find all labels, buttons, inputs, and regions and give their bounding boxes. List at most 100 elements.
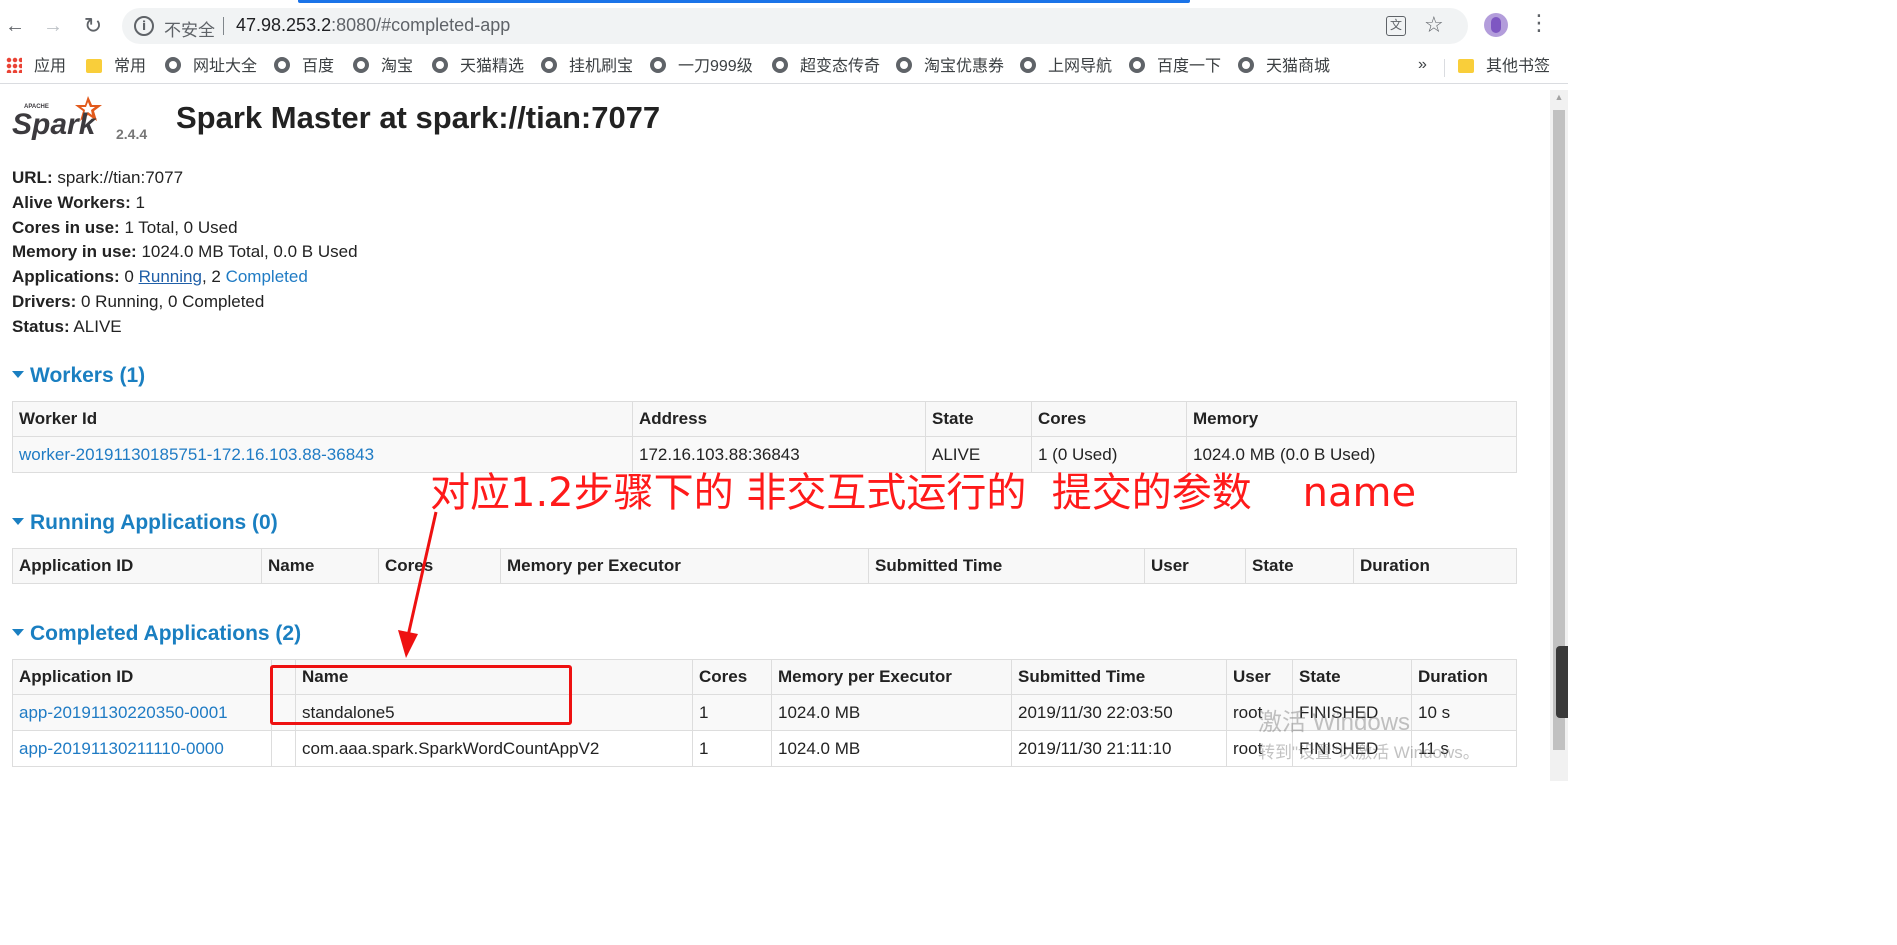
table-cell: 1 [692, 694, 772, 731]
globe-icon [896, 57, 912, 73]
bookmark-item[interactable]: 淘宝优惠券 [896, 56, 1004, 78]
summary-status: Status: ALIVE [12, 315, 358, 340]
url-host: 47.98.253.2 [236, 15, 332, 35]
activation-watermark-subtitle: 转到"设置"以激活 Windows。 [1258, 743, 1480, 762]
bookmarks-divider [1444, 59, 1445, 77]
column-header[interactable]: Worker Id [12, 401, 633, 437]
collapse-caret-icon [12, 371, 24, 378]
side-widget[interactable] [1556, 646, 1568, 718]
url-value: spark://tian:7077 [57, 168, 184, 187]
bookmark-item[interactable]: 一刀999级 [650, 56, 753, 78]
table-header-row: Application ID Name Cores Memory per Exe… [12, 548, 1517, 584]
column-header[interactable]: User [1226, 659, 1293, 695]
column-header[interactable]: Duration [1353, 548, 1517, 584]
column-header[interactable]: State [1292, 659, 1412, 695]
bookmark-item[interactable]: 天猫商城 [1238, 56, 1330, 78]
url-label: URL: [12, 168, 53, 187]
column-header[interactable]: Name [261, 548, 379, 584]
memory-label: Memory in use: [12, 242, 137, 262]
column-header[interactable]: Cores [1031, 401, 1187, 437]
summary-drivers: Drivers: 0 Running, 0 Completed [12, 290, 358, 315]
column-header[interactable]: Cores [692, 659, 772, 695]
table-cell: 2019/11/30 21:11:10 [1011, 730, 1227, 767]
summary-alive-workers: Alive Workers: 1 [12, 191, 358, 216]
application-id-link[interactable]: app-20191130220350-0001 [19, 703, 228, 722]
application-id-link[interactable]: app-20191130211110-0000 [19, 739, 224, 758]
bookmarks-overflow-button[interactable]: » [1418, 56, 1427, 74]
bookmark-label: 淘宝优惠券 [924, 58, 1005, 75]
master-summary: URL: spark://tian:7077 Alive Workers: 1 … [12, 166, 358, 340]
translate-icon[interactable]: 文 [1386, 16, 1406, 36]
bookmark-label: 网址大全 [193, 58, 258, 75]
table-cell: 2019/11/30 22:03:50 [1011, 694, 1227, 731]
running-apps-section-toggle[interactable]: Running Applications (0) [12, 511, 278, 535]
status-label: Status: [12, 316, 70, 336]
bookmark-label: 超变态传奇 [800, 58, 881, 75]
column-header[interactable]: Duration [1411, 659, 1517, 695]
bookmark-apps[interactable]: 应用 [6, 56, 66, 78]
back-button[interactable]: ← [2, 13, 28, 39]
column-header[interactable]: State [925, 401, 1032, 437]
insecure-label: 不安全 [164, 21, 215, 40]
bookmark-label: 百度一下 [1157, 58, 1222, 75]
star-icon[interactable]: ☆ [1424, 12, 1444, 38]
table-cell: 10 s [1411, 694, 1517, 731]
running-apps-link[interactable]: Running [139, 267, 202, 286]
bookmark-item[interactable]: 淘宝 [353, 56, 413, 78]
memory-value: 1024.0 MB Total, 0.0 B Used [141, 242, 358, 262]
address-bar[interactable]: i 不安全 47.98.253.2:8080/#completed-app 文 … [122, 8, 1468, 44]
reload-button[interactable]: ↻ [80, 13, 106, 39]
spark-version: 2.4.4 [116, 126, 148, 142]
column-header[interactable]: Memory per Executor [500, 548, 869, 584]
bookmark-other-folder[interactable]: 其他书签 [1458, 56, 1550, 78]
bookmark-label: 天猫精选 [460, 58, 525, 75]
status-value: ALIVE [73, 316, 122, 336]
globe-icon [432, 57, 448, 73]
column-header[interactable]: Memory per Executor [771, 659, 1012, 695]
column-header[interactable]: State [1245, 548, 1354, 584]
cores-label: Cores in use: [12, 217, 120, 237]
menu-icon[interactable]: ⋮ [1528, 10, 1550, 36]
table-cell: 1024.0 MB [771, 694, 1012, 731]
column-header[interactable]: Application ID [12, 548, 262, 584]
globe-icon [1129, 57, 1145, 73]
globe-icon [650, 57, 666, 73]
bookmark-item[interactable]: 百度一下 [1129, 56, 1221, 78]
bookmark-item[interactable]: 挂机刷宝 [541, 56, 633, 78]
profile-avatar[interactable] [1484, 13, 1508, 37]
bookmarks-bar: 应用 常用 网址大全 百度 淘宝 天猫精选 挂机刷宝 一刀999级 超变态传奇 … [0, 50, 1568, 84]
bookmark-item[interactable]: 百度 [274, 56, 334, 78]
folder-icon [1458, 59, 1474, 73]
browser-toolbar: ← → ↻ i 不安全 47.98.253.2:8080/#completed-… [0, 0, 1568, 50]
worker-id-link[interactable]: worker-20191130185751-172.16.103.88-3684… [19, 445, 374, 464]
url-text[interactable]: 47.98.253.2:8080/#completed-app [236, 15, 510, 36]
apps-icon [6, 57, 22, 73]
bookmark-label: 上网导航 [1048, 58, 1113, 75]
applications-label: Applications: [12, 267, 120, 287]
collapse-caret-icon [12, 518, 24, 525]
bookmark-item[interactable]: 上网导航 [1020, 56, 1112, 78]
column-header[interactable]: Submitted Time [1011, 659, 1227, 695]
info-icon[interactable]: i [134, 16, 154, 36]
scroll-up-arrow-icon[interactable]: ▲ [1550, 92, 1568, 106]
workers-section-toggle[interactable]: Workers (1) [12, 364, 145, 388]
completed-apps-link[interactable]: Completed [226, 267, 308, 286]
column-header[interactable]: Application ID [12, 659, 272, 695]
completed-apps-section-toggle[interactable]: Completed Applications (2) [12, 622, 301, 646]
column-header[interactable]: Memory [1186, 401, 1517, 437]
column-header[interactable]: Address [632, 401, 926, 437]
bookmark-item[interactable]: 天猫精选 [432, 56, 524, 78]
bookmark-item[interactable]: 超变态传奇 [772, 56, 880, 78]
completed-apps-title: Completed Applications (2) [30, 622, 302, 645]
folder-icon [86, 59, 102, 73]
column-header[interactable]: Submitted Time [868, 548, 1145, 584]
bookmark-label: 应用 [34, 58, 67, 75]
running-apps-table: Application ID Name Cores Memory per Exe… [12, 548, 1517, 584]
bookmark-label: 天猫商城 [1266, 58, 1331, 75]
forward-button[interactable]: → [40, 13, 66, 39]
annotation-highlight-box [270, 665, 572, 725]
column-header[interactable]: User [1144, 548, 1246, 584]
bookmark-folder-common[interactable]: 常用 [86, 56, 146, 78]
bookmark-item[interactable]: 网址大全 [165, 56, 257, 78]
address-divider [223, 17, 224, 35]
